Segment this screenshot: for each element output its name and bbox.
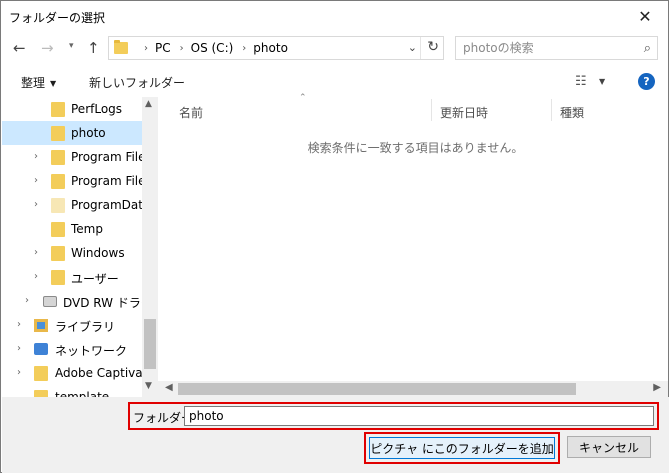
- tree-item-libraries[interactable]: › ライブラリ: [2, 313, 142, 337]
- empty-message: 検索条件に一致する項目はありません。: [158, 139, 668, 156]
- breadcrumb: › PC › OS (C:) › photo: [135, 41, 288, 55]
- file-list-horizontal-scrollbar[interactable]: ◀ ▶: [158, 381, 668, 397]
- folder-icon: [114, 40, 128, 54]
- address-divider: [420, 37, 421, 59]
- tree-item-photo[interactable]: photo: [2, 121, 142, 145]
- refresh-icon[interactable]: ↻: [427, 39, 439, 55]
- column-divider[interactable]: [551, 99, 552, 121]
- up-arrow-icon[interactable]: ↑: [87, 39, 100, 57]
- window-title: フォルダーの選択: [9, 11, 106, 25]
- navigation-row: ← → ▾ ↑ › PC › OS (C:) › photo ⌄ ↻ ⌕: [1, 35, 668, 63]
- folder-icon: [51, 222, 65, 237]
- scroll-left-icon[interactable]: ◀: [165, 382, 173, 393]
- view-options-icon[interactable]: ☷: [575, 74, 587, 89]
- organize-dropdown-caret-icon: ▼: [50, 79, 57, 88]
- column-divider[interactable]: [431, 99, 432, 121]
- tree-item-template[interactable]: template: [2, 385, 142, 397]
- folder-icon: [51, 174, 65, 189]
- folder-icon: [51, 102, 65, 117]
- close-icon: ✕: [638, 6, 652, 26]
- expand-chevron-icon[interactable]: ›: [34, 175, 38, 186]
- folder-input[interactable]: [184, 406, 654, 426]
- address-bar[interactable]: › PC › OS (C:) › photo ⌄ ↻: [108, 36, 444, 60]
- empty-message-text: 検索条件に一致する項目はありません。: [307, 141, 524, 155]
- tree-item-dvd-drive[interactable]: › DVD RW ドライブ: [2, 289, 142, 313]
- tree-item-programdata[interactable]: › ProgramData: [2, 193, 142, 217]
- expand-chevron-icon[interactable]: ›: [34, 199, 38, 210]
- dialog-footer: フォルダー: ピクチャ にこのフォルダーを追加 キャンセル: [2, 397, 669, 473]
- back-arrow-icon[interactable]: ←: [13, 39, 26, 57]
- organize-label: 整理: [21, 76, 46, 90]
- tree-item-program-files[interactable]: › Program Files: [2, 145, 142, 169]
- folder-icon: [51, 270, 65, 285]
- scrollbar-thumb[interactable]: [144, 319, 156, 369]
- tree-item-adobe-captivate[interactable]: › Adobe Captivate: [2, 361, 142, 385]
- expand-chevron-icon[interactable]: ›: [34, 271, 38, 282]
- expand-chevron-icon[interactable]: ›: [17, 367, 21, 378]
- breadcrumb-item-photo[interactable]: photo: [253, 41, 288, 55]
- add-button-highlight: ピクチャ にこのフォルダーを追加: [364, 432, 560, 464]
- expand-chevron-icon[interactable]: ›: [34, 151, 38, 162]
- breadcrumb-item-drive[interactable]: OS (C:): [191, 41, 234, 55]
- folder-field-highlight: フォルダー:: [128, 402, 659, 430]
- dvd-drive-icon: [43, 296, 57, 307]
- scroll-right-icon[interactable]: ▶: [653, 382, 661, 393]
- column-header-type[interactable]: 種類: [560, 104, 584, 122]
- column-header-date-modified[interactable]: 更新日時: [440, 104, 488, 122]
- file-list: ⌃ 名前 更新日時 種類 検索条件に一致する項目はありません。: [158, 93, 668, 397]
- network-icon: [34, 343, 48, 355]
- scroll-up-icon[interactable]: ▲: [145, 99, 152, 109]
- tree-item-users[interactable]: › ユーザー: [2, 265, 142, 289]
- search-input[interactable]: [456, 37, 631, 59]
- tree-item-windows[interactable]: › Windows: [2, 241, 142, 265]
- breadcrumb-separator-icon: ›: [242, 42, 247, 54]
- hidden-folder-icon: [51, 198, 65, 213]
- expand-chevron-icon[interactable]: ›: [34, 247, 38, 258]
- folder-icon: [51, 246, 65, 261]
- recent-locations-chevron-icon[interactable]: ▾: [69, 41, 74, 51]
- new-folder-button[interactable]: 新しいフォルダー: [89, 74, 185, 91]
- navigation-pane: PerfLogs photo › Program Files › Program…: [2, 97, 158, 397]
- view-dropdown-caret-icon[interactable]: ▼: [599, 77, 605, 86]
- library-icon: [34, 319, 48, 332]
- breadcrumb-separator-icon: ›: [179, 42, 184, 54]
- add-folder-to-pictures-button[interactable]: ピクチャ にこのフォルダーを追加: [369, 437, 555, 459]
- close-button[interactable]: ✕: [622, 1, 668, 31]
- command-toolbar: 整理 ▼ 新しいフォルダー ☷ ▼ ?: [1, 69, 668, 95]
- title-bar: フォルダーの選択 ✕: [1, 1, 668, 31]
- tree-item-temp[interactable]: Temp: [2, 217, 142, 241]
- sort-caret-icon: ⌃: [299, 93, 307, 103]
- new-folder-label: 新しいフォルダー: [89, 76, 186, 90]
- organize-button[interactable]: 整理 ▼: [21, 74, 56, 91]
- cancel-button[interactable]: キャンセル: [567, 436, 651, 458]
- folder-icon: [51, 126, 65, 141]
- scroll-down-icon[interactable]: ▼: [145, 381, 152, 391]
- tree-item-program-files-x86[interactable]: › Program Files: [2, 169, 142, 193]
- tree-item-network[interactable]: › ネットワーク: [2, 337, 142, 361]
- expand-chevron-icon[interactable]: ›: [17, 319, 21, 330]
- address-dropdown-chevron-icon[interactable]: ⌄: [408, 41, 417, 54]
- folder-icon: [34, 390, 48, 397]
- column-header-name[interactable]: 名前: [179, 104, 203, 122]
- breadcrumb-item-pc[interactable]: PC: [155, 41, 171, 55]
- folder-icon: [51, 150, 65, 165]
- folder-icon: [34, 366, 48, 381]
- search-box: ⌕: [455, 36, 658, 60]
- forward-arrow-icon[interactable]: →: [41, 39, 54, 57]
- help-icon[interactable]: ?: [638, 73, 655, 90]
- breadcrumb-separator-icon: ›: [144, 42, 148, 54]
- tree-item-perflogs[interactable]: PerfLogs: [2, 97, 142, 121]
- expand-chevron-icon[interactable]: ›: [25, 295, 29, 306]
- expand-chevron-icon[interactable]: ›: [17, 343, 21, 354]
- scrollbar-thumb[interactable]: [178, 383, 576, 395]
- nav-pane-scrollbar[interactable]: ▲ ▼: [142, 97, 158, 397]
- folder-select-dialog: フォルダーの選択 ✕ ← → ▾ ↑ › PC › OS (C:) › phot…: [0, 0, 669, 473]
- search-icon[interactable]: ⌕: [644, 41, 651, 56]
